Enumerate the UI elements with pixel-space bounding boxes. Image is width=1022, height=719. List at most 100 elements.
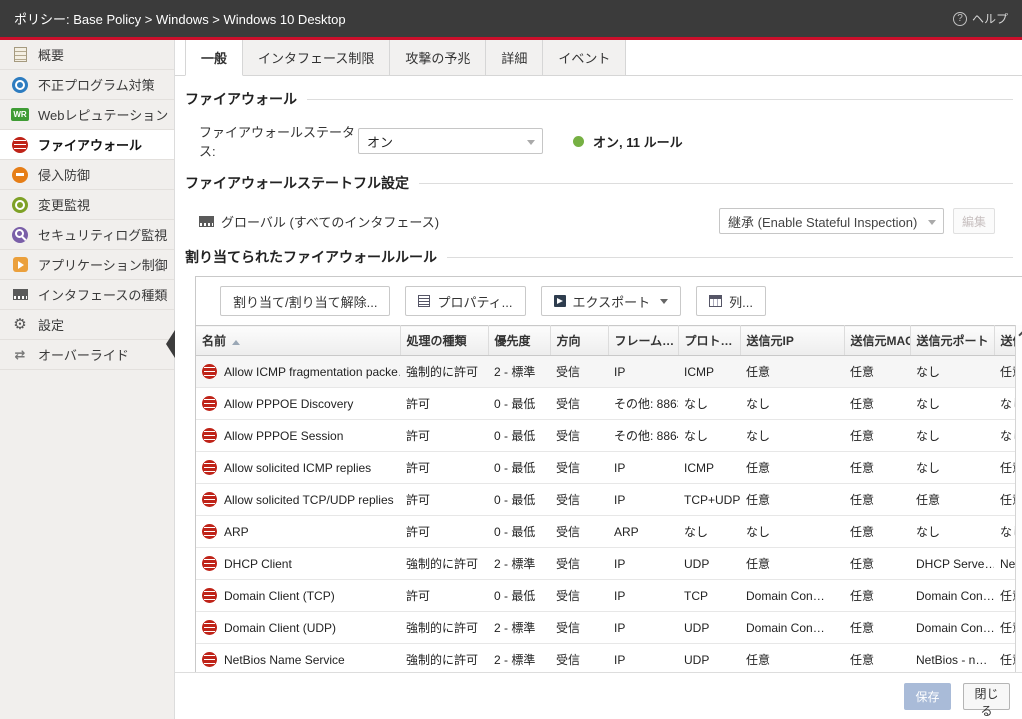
rule-cell: なし (910, 356, 994, 388)
rule-cell: 0 - 最低 (488, 420, 550, 452)
sidebar-item-label: 変更監視 (38, 195, 90, 214)
rule-name: NetBios Name Service (224, 653, 345, 667)
rule-cell: なし (910, 388, 994, 420)
rule-cell: 任意 (994, 452, 1015, 484)
tab-攻撃の予兆[interactable]: 攻撃の予兆 (390, 40, 486, 76)
chevron-down-icon (928, 220, 936, 225)
properties-button[interactable]: プロパティ... (405, 286, 525, 316)
rule-cell: 受信 (550, 388, 608, 420)
sidebar-item-label: 概要 (38, 45, 64, 64)
firewall-rule-icon (202, 652, 217, 667)
rule-name-cell: Allow solicited ICMP replies (196, 452, 400, 484)
sidebar-collapse-handle[interactable] (166, 330, 175, 358)
rule-cell: 任意 (844, 612, 910, 644)
rule-cell: 許可 (400, 420, 488, 452)
rule-row[interactable]: ARP許可0 - 最低受信ARPなしなし任意なしなし (196, 516, 1015, 548)
rule-cell: Domain Con… (910, 580, 994, 612)
column-header-8[interactable]: 送信元MAC (844, 326, 910, 356)
main-panel: 一般インタフェース制限攻撃の予兆詳細イベント ファイアウォール ファイアウォール… (175, 40, 1022, 672)
rules-toolbar: 割り当て/割り当て解除... プロパティ... エクスポート 列... (196, 277, 1022, 325)
rule-row[interactable]: Allow PPPOE Session許可0 - 最低受信その他: 8864なし… (196, 420, 1015, 452)
rule-cell: 0 - 最低 (488, 452, 550, 484)
rule-row[interactable]: Allow solicited ICMP replies許可0 - 最低受信IP… (196, 452, 1015, 484)
column-header-7[interactable]: 送信元IP (740, 326, 844, 356)
rule-row[interactable]: Allow ICMP fragmentation packe…強制的に許可2 -… (196, 356, 1015, 388)
rules-table-frame: 割り当て/割り当て解除... プロパティ... エクスポート 列... (195, 276, 1022, 672)
rule-cell: 任意 (994, 580, 1015, 612)
sidebar-item-label: インタフェースの種類 (38, 285, 167, 304)
columns-button[interactable]: 列... (696, 286, 766, 316)
rule-name-cell: Allow PPPOE Discovery (196, 388, 400, 420)
rule-row[interactable]: DHCP Client強制的に許可2 - 標準受信IPUDP任意任意DHCP S… (196, 548, 1015, 580)
rule-cell: 2 - 標準 (488, 644, 550, 673)
rule-name: Allow PPPOE Discovery (224, 397, 353, 411)
rule-row[interactable]: Domain Client (TCP)許可0 - 最低受信IPTCPDomain… (196, 580, 1015, 612)
edit-button[interactable]: 編集 (953, 208, 995, 234)
sort-ascending-icon (232, 340, 240, 345)
sidebar-item-webrep[interactable]: WRWebレピュテーション (0, 100, 174, 130)
rule-name: Allow ICMP fragmentation packe… (224, 365, 400, 379)
column-header-4[interactable]: 方向 (550, 326, 608, 356)
help-button[interactable]: ? ヘルプ (953, 10, 1008, 27)
rule-cell: 受信 (550, 516, 608, 548)
sidebar-item-ips[interactable]: 侵入防御 (0, 160, 174, 190)
web-reputation-icon: WR (10, 106, 30, 124)
rule-cell: IP (608, 548, 678, 580)
rule-row[interactable]: NetBios Name Service強制的に許可2 - 標準受信IPUDP任… (196, 644, 1015, 673)
sidebar-item-overrides[interactable]: ⇄オーバーライド (0, 340, 174, 370)
rule-name-cell: Allow PPPOE Session (196, 420, 400, 452)
column-header-2[interactable]: 処理の種類 (400, 326, 488, 356)
rule-name: Domain Client (UDP) (224, 621, 336, 635)
sidebar-item-appcontrol[interactable]: アプリケーション制御 (0, 250, 174, 280)
sidebar-item-loginspect[interactable]: セキュリティログ監視 (0, 220, 174, 250)
integrity-monitoring-icon (10, 196, 30, 214)
firewall-status-select[interactable]: オン (358, 128, 543, 154)
tab-詳細[interactable]: 詳細 (486, 40, 543, 76)
assign-unassign-button[interactable]: 割り当て/割り当て解除... (220, 286, 390, 316)
sidebar-item-settings[interactable]: ⚙設定 (0, 310, 174, 340)
rule-cell: 許可 (400, 484, 488, 516)
rule-name: ARP (224, 525, 249, 539)
sidebar-item-firewall[interactable]: ファイアウォール (0, 130, 174, 160)
rules-section: 割り当てられたファイアウォールルール 割り当て/割り当て解除... プロパティ.… (185, 247, 1022, 672)
stateful-section: ファイアウォールステートフル設定 グローバル (すべてのインタフェース) 継承 … (185, 173, 1022, 234)
vertical-scrollbar[interactable] (1015, 325, 1022, 672)
save-button[interactable]: 保存 (904, 683, 951, 710)
page-title: ポリシー: Base Policy > Windows > Windows 10… (14, 9, 346, 28)
column-header-6[interactable]: プロト… (678, 326, 740, 356)
rule-cell: 2 - 標準 (488, 356, 550, 388)
column-header-3[interactable]: 優先度 (488, 326, 550, 356)
rule-cell: 受信 (550, 356, 608, 388)
sidebar-item-overview[interactable]: 概要 (0, 40, 174, 70)
stateful-section-title: ファイアウォールステートフル設定 (185, 173, 409, 193)
rule-row[interactable]: Allow PPPOE Discovery許可0 - 最低受信その他: 8863… (196, 388, 1015, 420)
column-header-5[interactable]: フレーム… (608, 326, 678, 356)
rule-cell: 任意 (740, 644, 844, 673)
sidebar-item-integrity[interactable]: 変更監視 (0, 190, 174, 220)
column-header-1[interactable]: 名前 (196, 326, 400, 356)
tab-イベント[interactable]: イベント (543, 40, 626, 76)
rule-cell: Domain Con… (910, 612, 994, 644)
firewall-rule-icon (202, 524, 217, 539)
column-header-9[interactable]: 送信元ポート (910, 326, 994, 356)
export-button[interactable]: エクスポート (541, 286, 682, 316)
scroll-up-icon[interactable] (1018, 329, 1022, 340)
sidebar-item-interfaces[interactable]: インタフェースの種類 (0, 280, 174, 310)
tab-一般[interactable]: 一般 (185, 40, 243, 76)
rule-cell: 0 - 最低 (488, 516, 550, 548)
rule-cell: ICMP (678, 356, 740, 388)
rule-row[interactable]: Domain Client (UDP)強制的に許可2 - 標準受信IPUDPDo… (196, 612, 1015, 644)
rule-cell: 受信 (550, 548, 608, 580)
column-header-10[interactable]: 送信 (994, 326, 1015, 356)
rule-cell: 任意 (740, 548, 844, 580)
section-divider (447, 257, 1013, 258)
rule-cell: なし (678, 388, 740, 420)
firewall-status-value: オン (367, 132, 393, 151)
rule-cell: なし (678, 516, 740, 548)
sidebar-item-antimalware[interactable]: 不正プログラム対策 (0, 70, 174, 100)
tab-インタフェース制限[interactable]: インタフェース制限 (243, 40, 390, 76)
stateful-config-select[interactable]: 継承 (Enable Stateful Inspection) (719, 208, 944, 234)
rule-cell: Netw (994, 548, 1015, 580)
rule-row[interactable]: Allow solicited TCP/UDP replies許可0 - 最低受… (196, 484, 1015, 516)
close-button[interactable]: 閉じる (963, 683, 1010, 710)
